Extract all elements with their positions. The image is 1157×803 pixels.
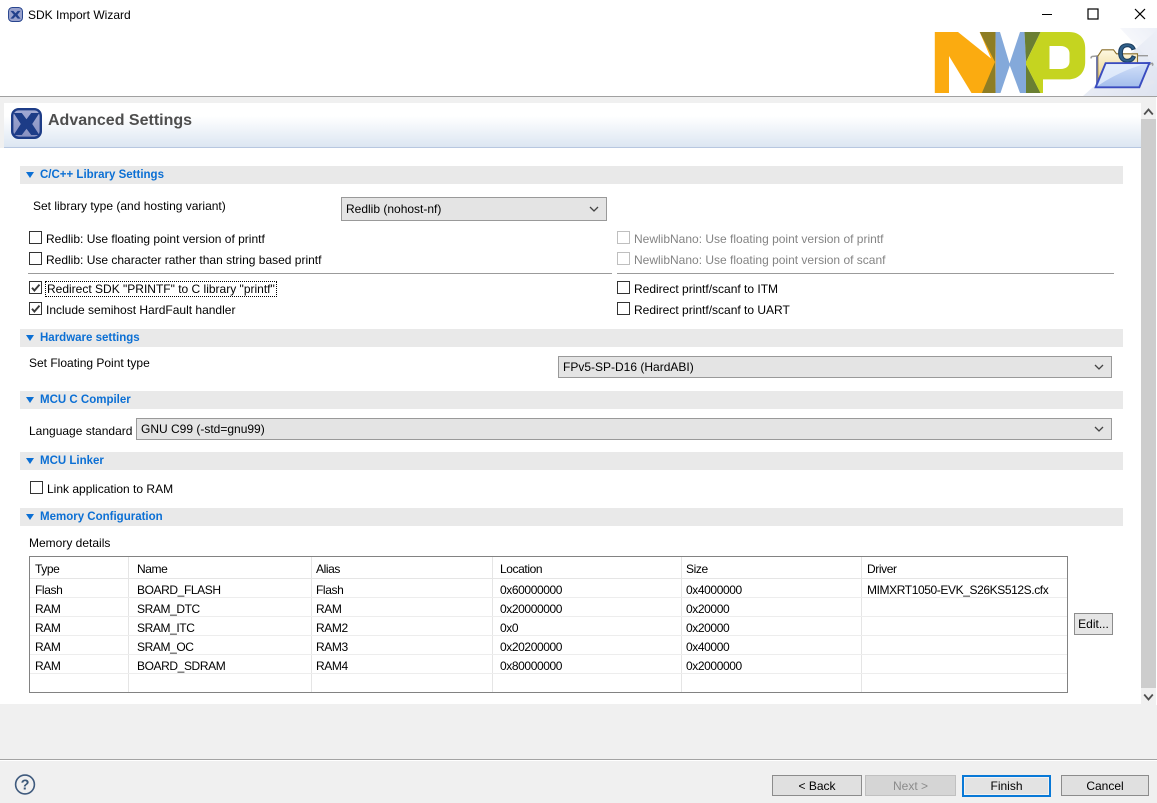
svg-text:?: ? [21,778,30,794]
